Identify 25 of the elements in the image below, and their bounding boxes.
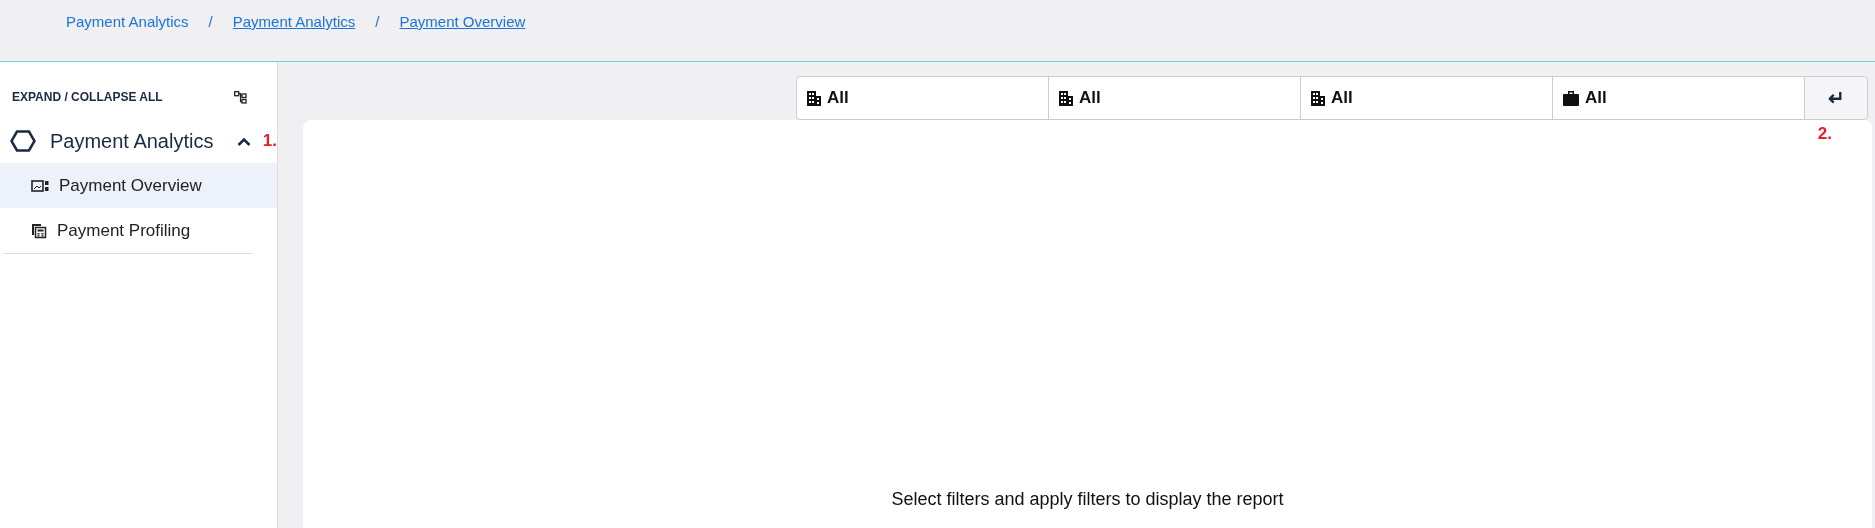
- report-message: Select filters and apply filters to display the report: [891, 489, 1284, 510]
- chevron-up-icon[interactable]: [236, 136, 251, 146]
- dashboard-icon: [31, 178, 49, 193]
- breadcrumb-link[interactable]: Payment Analytics: [66, 13, 189, 30]
- breadcrumb-link[interactable]: Payment Analytics: [232, 13, 356, 30]
- tree-icon[interactable]: [234, 90, 247, 104]
- annotation-number: 2.: [1817, 124, 1832, 143]
- filter-dropdown[interactable]: All: [1301, 77, 1553, 119]
- filter-dropdown[interactable]: All: [797, 77, 1049, 119]
- nav-item[interactable]: Payment Overview: [0, 163, 277, 208]
- breadcrumb-link[interactable]: Payment Overview: [399, 13, 526, 30]
- group-label[interactable]: Payment Analytics: [50, 129, 237, 153]
- apply-button[interactable]: ↵: [1805, 77, 1867, 119]
- breadcrumb-separator: /: [375, 13, 380, 30]
- building-icon: [1059, 90, 1073, 106]
- expand-collapse-label[interactable]: EXPAND / COLLAPSE ALL: [12, 90, 163, 104]
- briefcase-icon: [1563, 90, 1579, 106]
- nav-item[interactable]: Payment Profiling: [0, 208, 277, 253]
- hexagon-icon: [10, 130, 36, 152]
- building-icon: [807, 90, 821, 106]
- filter-dropdown[interactable]: All: [1049, 77, 1301, 119]
- building-icon: [1311, 90, 1325, 106]
- calculator-icon: [31, 222, 47, 239]
- annotation-number: 1.: [262, 131, 277, 151]
- breadcrumb-separator: /: [208, 13, 213, 30]
